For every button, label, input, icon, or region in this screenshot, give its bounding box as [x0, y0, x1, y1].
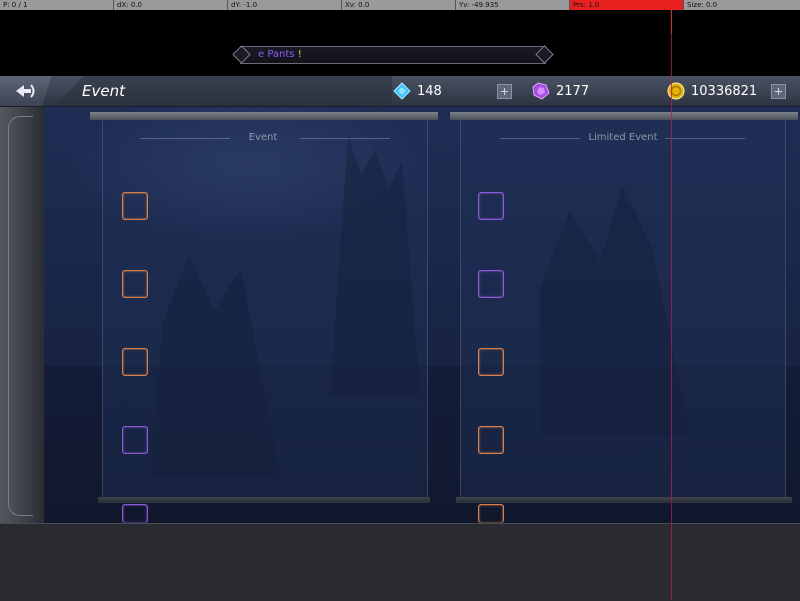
gold-count: 10336821	[691, 83, 758, 99]
debug-yv: Yv: -49.935	[456, 0, 570, 10]
event-panel-top-frame	[90, 112, 438, 120]
event-slot[interactable]	[122, 504, 148, 523]
debug-dx: dX: 0.0	[114, 0, 228, 10]
diamond-icon	[393, 82, 411, 100]
crystal-count: 2177	[556, 83, 590, 99]
pointer-crosshair-tick	[671, 10, 672, 34]
debug-xv: Xv: 0.0	[342, 0, 456, 10]
event-slot[interactable]	[122, 270, 148, 298]
limited-event-panel-heading: Limited Event	[588, 132, 658, 143]
crystal-icon	[532, 82, 550, 100]
event-panel-bottom-frame	[98, 497, 430, 503]
limited-event-panel-top-frame	[450, 112, 798, 120]
page-title: Event	[82, 82, 125, 100]
marquee-text: e Pants	[258, 49, 295, 60]
crystal-currency: 2177	[532, 82, 589, 100]
limited-event-panel	[460, 120, 786, 498]
pointer-crosshair-line	[671, 10, 672, 600]
top-header-bar: Event 148 2177 10336821	[0, 76, 800, 107]
gold-currency: 10336821	[667, 82, 757, 100]
back-arrow-icon	[16, 84, 35, 98]
event-slot[interactable]	[122, 192, 148, 220]
diamond-currency: 148	[393, 82, 442, 100]
limited-event-slot[interactable]	[478, 270, 504, 298]
left-ornament-frame	[0, 106, 44, 524]
limited-event-slot[interactable]	[478, 426, 504, 454]
limited-event-slot[interactable]	[478, 504, 504, 523]
limited-event-panel-bottom-frame	[456, 497, 792, 503]
event-panel-heading: Event	[248, 132, 278, 143]
debug-pressure: Prs: 1.0	[570, 0, 684, 10]
back-button[interactable]	[0, 76, 52, 106]
bottom-bar	[0, 523, 800, 601]
event-panel	[102, 120, 428, 498]
announcement-marquee: e Pants !	[240, 46, 546, 64]
event-slot[interactable]	[122, 426, 148, 454]
event-slot[interactable]	[122, 348, 148, 376]
add-gold-button[interactable]	[771, 84, 786, 99]
marquee-suffix: !	[297, 49, 302, 60]
debug-size: Size: 0.0	[687, 1, 718, 9]
limited-event-slot[interactable]	[478, 348, 504, 376]
limited-event-slot[interactable]	[478, 192, 504, 220]
add-diamond-button[interactable]	[497, 84, 512, 99]
diamond-count: 148	[417, 83, 442, 99]
gold-coin-icon	[667, 82, 685, 100]
debug-dy: dY: -1.0	[228, 0, 342, 10]
debug-pointer-count: P: 0 / 1	[0, 0, 114, 10]
debug-pointer-overlay: P: 0 / 1 dX: 0.0 dY: -1.0 Xv: 0.0 Yv: -4…	[0, 0, 800, 10]
